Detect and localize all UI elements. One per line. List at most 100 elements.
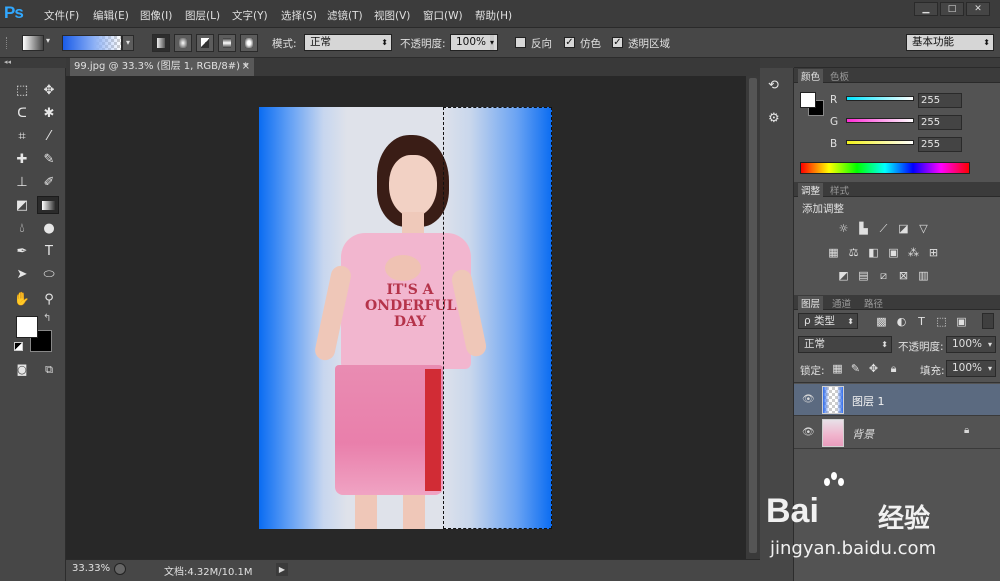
scrollbar-thumb[interactable]: [749, 78, 757, 553]
menu-image[interactable]: 图像(I): [140, 8, 172, 23]
blend-mode-select[interactable]: 正常 ⬍: [798, 336, 892, 353]
blur-tool-icon[interactable]: 💧︎: [11, 220, 33, 238]
lock-all-icon[interactable]: 🔒︎: [886, 362, 901, 375]
angle-gradient-button[interactable]: [196, 34, 214, 52]
brush-tool-icon[interactable]: ✎: [38, 151, 60, 169]
tab-layers[interactable]: 图层: [798, 296, 824, 310]
channel-b-value[interactable]: 255: [918, 137, 962, 152]
gradient-tool-icon[interactable]: [37, 196, 59, 214]
chevron-down-icon[interactable]: ▾: [46, 36, 50, 45]
menu-edit[interactable]: 编辑(E): [93, 8, 129, 23]
healing-brush-tool-icon[interactable]: ✚: [11, 151, 33, 169]
eraser-tool-icon[interactable]: ◩: [11, 197, 33, 215]
layer-row-1[interactable]: 👁︎ 图层 1: [794, 384, 1000, 416]
ellipse-tool-icon[interactable]: ⬭: [38, 266, 60, 284]
dither-checkbox[interactable]: ✓: [564, 37, 575, 48]
layer-row-background[interactable]: 👁︎ 背景 🔒︎: [794, 417, 1000, 449]
gradient-dropdown-chevron-icon[interactable]: ▾: [122, 35, 134, 51]
path-selection-tool-icon[interactable]: ➤: [11, 266, 33, 284]
color-balance-icon[interactable]: ⚖: [846, 246, 861, 259]
minimize-button[interactable]: ▁: [914, 2, 938, 16]
properties-panel-icon[interactable]: ⚙: [768, 111, 780, 126]
marquee-tool-icon[interactable]: ⬚: [11, 82, 33, 100]
color-spectrum-bar[interactable]: [800, 162, 970, 174]
invert-icon[interactable]: ◩: [836, 269, 851, 282]
default-colors-icon[interactable]: [14, 342, 23, 351]
transparency-checkbox[interactable]: ✓: [612, 37, 623, 48]
maximize-button[interactable]: □: [940, 2, 964, 16]
layer-filter-select[interactable]: ρ 类型 ⬍: [798, 313, 858, 329]
channel-g-slider[interactable]: [846, 118, 914, 123]
document-tab[interactable]: 99.jpg @ 33.3% (图层 1, RGB/8#) * ×: [70, 58, 254, 76]
reverse-checkbox[interactable]: [515, 37, 526, 48]
menu-view[interactable]: 视图(V): [374, 8, 410, 23]
menu-window[interactable]: 窗口(W): [423, 8, 463, 23]
vertical-scrollbar[interactable]: [746, 76, 760, 559]
channel-r-value[interactable]: 255: [918, 93, 962, 108]
posterize-icon[interactable]: ▤: [856, 269, 871, 282]
selective-color-icon[interactable]: ⊠: [896, 269, 911, 282]
eyedropper-tool-icon[interactable]: ⁄: [38, 128, 60, 146]
clone-stamp-tool-icon[interactable]: ⊥: [11, 174, 33, 192]
crop-tool-icon[interactable]: ⌗: [11, 128, 33, 146]
vibrance-icon[interactable]: ▽: [916, 222, 931, 235]
channel-mixer-icon[interactable]: ⁂: [906, 246, 921, 259]
color-lookup-icon[interactable]: ⊞: [926, 246, 941, 259]
close-button[interactable]: ✕: [966, 2, 990, 16]
channel-b-slider[interactable]: [846, 140, 914, 145]
filter-shape-icon[interactable]: ⬚: [934, 315, 949, 328]
move-tool-icon[interactable]: ✥: [38, 82, 60, 100]
grip-handle[interactable]: [6, 37, 10, 49]
opacity-field[interactable]: 100% ▾: [450, 34, 498, 51]
layer-name[interactable]: 背景: [852, 426, 874, 442]
eye-icon[interactable]: 👁︎: [802, 394, 815, 405]
zoom-tool-icon[interactable]: ⚲: [38, 291, 60, 309]
gradient-map-icon[interactable]: ▥: [916, 269, 931, 282]
radial-gradient-button[interactable]: [174, 34, 192, 52]
lock-position-icon[interactable]: ✥: [866, 362, 881, 375]
filter-toggle[interactable]: [982, 313, 994, 329]
menu-select[interactable]: 选择(S): [281, 8, 317, 23]
levels-icon[interactable]: ▙: [856, 222, 871, 235]
type-tool-icon[interactable]: T: [38, 243, 60, 261]
tab-swatches[interactable]: 色板: [830, 69, 849, 83]
share-icon[interactable]: [114, 563, 126, 575]
filter-smart-object-icon[interactable]: ▣: [954, 315, 969, 328]
zoom-level[interactable]: 33.33%: [72, 563, 110, 574]
tab-color[interactable]: 颜色: [798, 69, 824, 83]
layer-name[interactable]: 图层 1: [852, 393, 885, 409]
menu-filter[interactable]: 滤镜(T): [327, 8, 363, 23]
tab-adjustments[interactable]: 调整: [798, 183, 824, 197]
history-brush-tool-icon[interactable]: ✐: [38, 174, 60, 192]
screen-mode-icon[interactable]: ⧉: [38, 361, 60, 379]
tab-channels[interactable]: 通道: [832, 296, 851, 310]
quick-mask-icon[interactable]: ◙: [11, 361, 33, 379]
tab-paths[interactable]: 路径: [864, 296, 883, 310]
tool-preset-picker[interactable]: [22, 35, 44, 51]
collapse-arrows-icon[interactable]: ◂◂: [0, 58, 66, 68]
gradient-picker[interactable]: [62, 35, 122, 51]
lock-transparent-icon[interactable]: ▦: [830, 362, 845, 375]
selection-marquee[interactable]: [443, 107, 552, 529]
eye-icon[interactable]: 👁︎: [802, 427, 815, 438]
tab-styles[interactable]: 样式: [830, 183, 849, 197]
hand-tool-icon[interactable]: ✋: [11, 291, 33, 309]
filter-pixel-icon[interactable]: ▩: [874, 315, 889, 328]
threshold-icon[interactable]: ⧄: [876, 269, 891, 282]
linear-gradient-button[interactable]: [152, 34, 170, 52]
lock-pixels-icon[interactable]: ✎: [848, 362, 863, 375]
dodge-tool-icon[interactable]: ●: [38, 220, 60, 238]
close-tab-icon[interactable]: ×: [242, 58, 250, 76]
hue-saturation-icon[interactable]: ▦: [826, 246, 841, 259]
channel-g-value[interactable]: 255: [918, 115, 962, 130]
history-panel-icon[interactable]: ⟲: [768, 78, 779, 93]
brightness-contrast-icon[interactable]: ☼: [836, 222, 851, 235]
mode-select[interactable]: 正常 ⬍: [304, 34, 392, 51]
lasso-tool-icon[interactable]: ᑕ: [11, 105, 33, 123]
layer-opacity-field[interactable]: 100% ▾: [946, 336, 996, 353]
workspace-select[interactable]: 基本功能 ⬍: [906, 34, 994, 51]
color-fg-swatch[interactable]: [800, 92, 816, 108]
menu-type[interactable]: 文字(Y): [232, 8, 268, 23]
swap-colors-icon[interactable]: ↰: [43, 313, 51, 324]
menu-layer[interactable]: 图层(L): [185, 8, 220, 23]
